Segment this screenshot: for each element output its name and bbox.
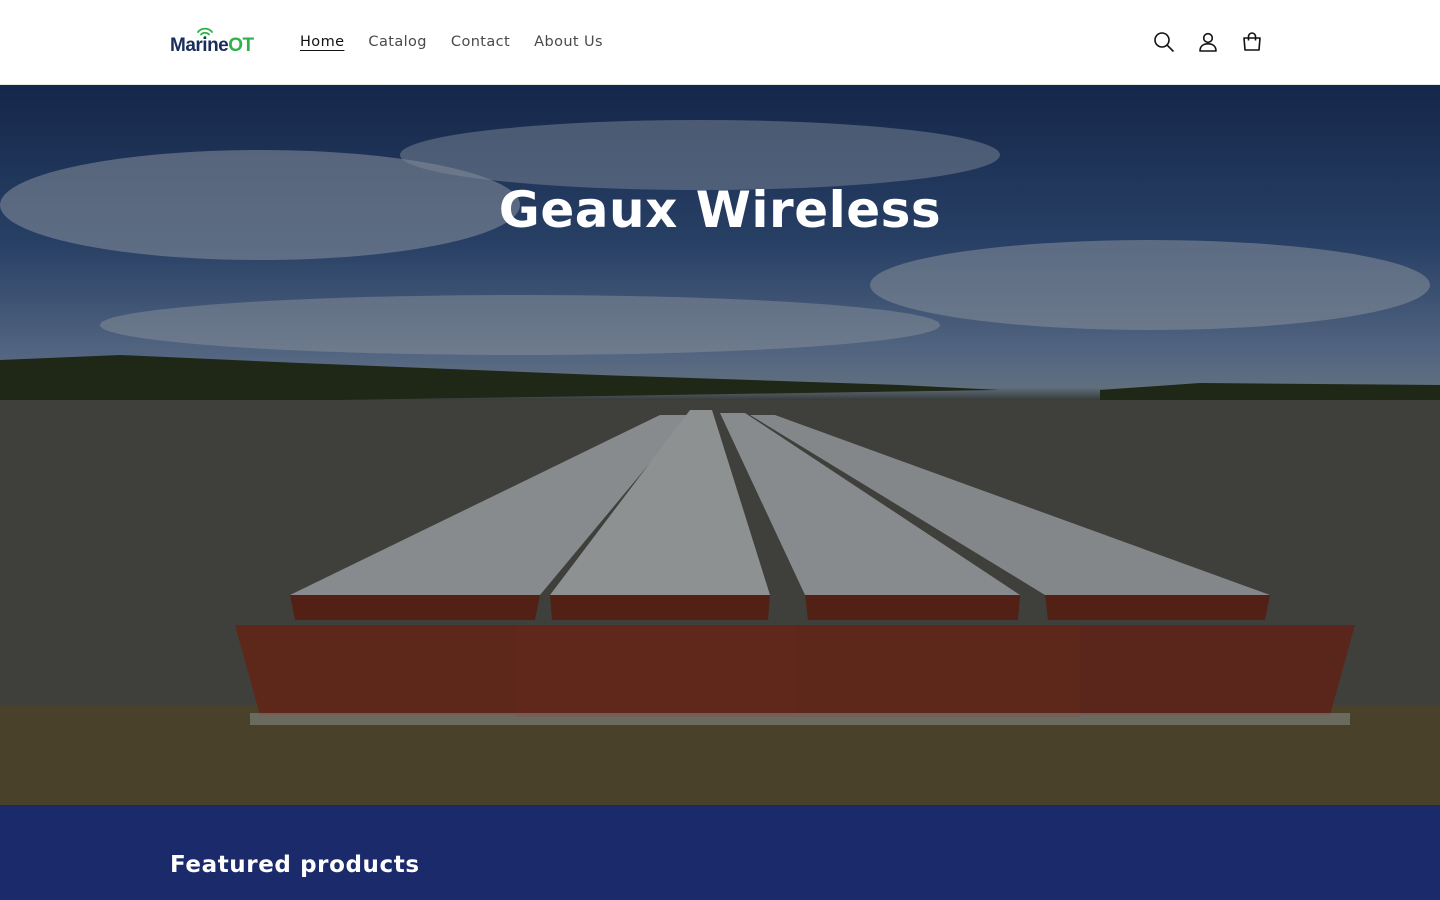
main-nav: Home Catalog Contact About Us <box>288 0 615 84</box>
featured-products-section: Featured products <box>0 805 1440 900</box>
nav-about-us[interactable]: About Us <box>522 34 615 50</box>
site-logo[interactable]: MarineOT <box>170 26 262 58</box>
hero-banner: Geaux Wireless <box>0 85 1440 805</box>
featured-products-title: Featured products <box>170 852 420 878</box>
header-icons <box>1142 20 1274 64</box>
hero-title: Geaux Wireless <box>498 181 942 239</box>
search-button[interactable] <box>1142 20 1186 64</box>
site-header: MarineOT Home Catalog Contact About Us <box>0 0 1440 85</box>
cart-button[interactable] <box>1230 20 1274 64</box>
cart-icon <box>1243 32 1261 51</box>
logo-text: MarineOT <box>170 35 254 56</box>
search-icon <box>1154 32 1174 52</box>
account-button[interactable] <box>1186 20 1230 64</box>
nav-home[interactable]: Home <box>288 34 356 50</box>
nav-catalog[interactable]: Catalog <box>356 34 439 50</box>
account-icon <box>1199 32 1217 52</box>
nav-contact[interactable]: Contact <box>439 34 522 50</box>
